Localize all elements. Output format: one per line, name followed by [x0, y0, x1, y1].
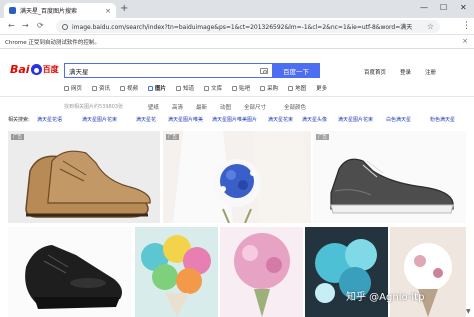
- shopping-icon: [260, 85, 266, 91]
- white-gypsophila-bouquet-image[interactable]: [390, 227, 466, 317]
- tab-zhidao[interactable]: 知道: [176, 84, 194, 92]
- site-info-icon[interactable]: [62, 23, 68, 30]
- bride-bouquet-image[interactable]: 广告: [163, 131, 311, 223]
- gypsophila-icon: [135, 227, 218, 317]
- automation-infobar: Chrome 正受到自动测试软件的控制。 ×: [0, 35, 474, 49]
- close-window-button[interactable]: ✕: [460, 2, 467, 14]
- browser-tab[interactable]: 满天星_百度图片搜索 ×: [4, 3, 116, 18]
- tab-tieba[interactable]: 贴吧: [232, 84, 250, 92]
- related-item[interactable]: 满天星头像: [302, 116, 327, 123]
- related-item[interactable]: 满天星花: [136, 116, 156, 123]
- video-icon: [120, 85, 126, 91]
- image-icon: [148, 85, 154, 91]
- tab-wenku[interactable]: 文库: [204, 84, 222, 92]
- filter-animated[interactable]: 动图: [220, 103, 231, 111]
- maximize-button[interactable]: ☐: [440, 2, 447, 14]
- new-tab-button[interactable]: +: [120, 3, 128, 15]
- brown-boots-icon: [25, 150, 151, 218]
- black-oxford-shoe-image[interactable]: [8, 227, 132, 317]
- search-button[interactable]: 百度一下: [272, 63, 320, 78]
- tab-more[interactable]: 更多: [316, 84, 327, 92]
- filter-latest[interactable]: 最新: [196, 103, 207, 111]
- ad-badge: 广告: [166, 134, 179, 140]
- web-icon: [64, 85, 69, 91]
- address-bar[interactable]: image.baidu.com/search/index?tn=baiduima…: [56, 20, 440, 33]
- related-label: 相关搜索:: [8, 117, 30, 123]
- tab-images[interactable]: 图片: [148, 84, 166, 92]
- map-icon: [288, 85, 294, 91]
- related-searches: 相关搜索: 满天星花语 满天星图片花束 满天星花 满天星图片唯美 满天星图片唯美…: [0, 114, 474, 125]
- search-query: 满天星: [69, 67, 89, 76]
- chrome-menu-icon[interactable]: ⋮: [462, 20, 471, 32]
- ad-badge: 广告: [11, 134, 24, 140]
- url-text: image.baidu.com/search/index?tn=baiduima…: [72, 24, 413, 31]
- tab-title: 满天星_百度图片搜索: [20, 8, 78, 15]
- wenku-icon: [204, 85, 210, 91]
- filter-row: 找到相关图片约539803张 壁纸 高清 最新 动图 全部尺寸 全部颜色: [0, 100, 474, 112]
- related-item[interactable]: 满天星图片花束: [338, 116, 373, 123]
- infobar-text: Chrome 正受到自动测试软件的控制。: [5, 39, 100, 46]
- sneaker-icon: [330, 158, 454, 214]
- related-item[interactable]: 白色满天星: [386, 116, 411, 123]
- tab-web[interactable]: 网页: [64, 84, 82, 92]
- news-icon: [92, 85, 98, 91]
- related-item[interactable]: 满天星图片唯美图片: [212, 116, 257, 123]
- tab-video[interactable]: 视频: [120, 84, 138, 92]
- watermark: 知乎 @Agnio-ltp: [346, 292, 425, 303]
- bookmark-star-icon[interactable]: ☆: [427, 22, 434, 31]
- pink-gypsophila-image[interactable]: [220, 227, 303, 317]
- oxford-shoe-icon: [25, 245, 122, 309]
- result-count: 找到相关图片约539803张: [64, 104, 124, 110]
- filter-color[interactable]: 全部颜色: [284, 103, 306, 111]
- minimize-button[interactable]: —: [420, 2, 428, 14]
- grey-sneaker-image[interactable]: 广告: [313, 131, 466, 223]
- paw-icon: [30, 64, 42, 75]
- white-gypsophila-icon: [390, 227, 466, 317]
- bouquet-icon: [163, 131, 311, 223]
- tab-news[interactable]: 资讯: [92, 84, 110, 92]
- baidu-logo[interactable]: Bai 百度: [10, 63, 59, 76]
- logo-text-baidu: 百度: [42, 65, 59, 74]
- camera-icon[interactable]: [260, 67, 268, 74]
- baidu-favicon-icon: [9, 7, 16, 14]
- baidu-header: Bai 百度 满天星 百度一下 百度首页 登录 注册 网页 资讯 视频 图片 知…: [0, 50, 474, 96]
- tieba-icon: [232, 85, 238, 91]
- forward-button[interactable]: →: [22, 21, 29, 31]
- colorful-gypsophila-bouquet-image[interactable]: [135, 227, 218, 317]
- infobar-close-icon[interactable]: ×: [462, 37, 468, 45]
- search-input[interactable]: 满天星: [64, 63, 272, 78]
- ad-badge: 广告: [316, 134, 329, 140]
- related-item[interactable]: 满天星图片唯美: [168, 116, 203, 123]
- filter-hd[interactable]: 高清: [172, 103, 183, 111]
- back-button[interactable]: ←: [8, 21, 15, 31]
- blue-gypsophila-image[interactable]: [305, 227, 388, 317]
- related-item[interactable]: 粉色满天星: [430, 116, 455, 123]
- zhidao-icon: [176, 85, 182, 91]
- related-item[interactable]: 满天星花束: [268, 116, 293, 123]
- related-item[interactable]: 满天星花语: [37, 116, 62, 123]
- tab-close-icon[interactable]: ×: [105, 7, 111, 15]
- register-link[interactable]: 注册: [425, 68, 436, 76]
- top-links: 百度首页 登录 注册: [364, 68, 436, 76]
- filter-wallpaper[interactable]: 壁纸: [148, 103, 159, 111]
- nav-divider: [0, 96, 474, 97]
- filter-size[interactable]: 全部尺寸: [244, 103, 266, 111]
- pink-gypsophila-icon: [220, 227, 303, 317]
- brown-boots-image[interactable]: 广告: [8, 131, 160, 223]
- tab-shopping[interactable]: 采购: [260, 84, 278, 92]
- blue-gypsophila-icon: [305, 227, 388, 317]
- tab-map[interactable]: 地图: [288, 84, 306, 92]
- home-link[interactable]: 百度首页: [364, 68, 386, 76]
- scroll-down-icon[interactable]: ▼: [466, 308, 471, 315]
- related-item[interactable]: 满天星图片花束: [82, 116, 117, 123]
- browser-toolbar: ← → ⟳ image.baidu.com/search/index?tn=ba…: [0, 18, 474, 35]
- tab-strip: 满天星_百度图片搜索 × + — ☐ ✕: [0, 0, 474, 18]
- logo-text-bai: Bai: [10, 63, 30, 76]
- login-link[interactable]: 登录: [400, 68, 411, 76]
- category-nav: 网页 资讯 视频 图片 知道 文库 贴吧 采购 地图 更多: [64, 84, 327, 92]
- reload-button[interactable]: ⟳: [37, 21, 44, 31]
